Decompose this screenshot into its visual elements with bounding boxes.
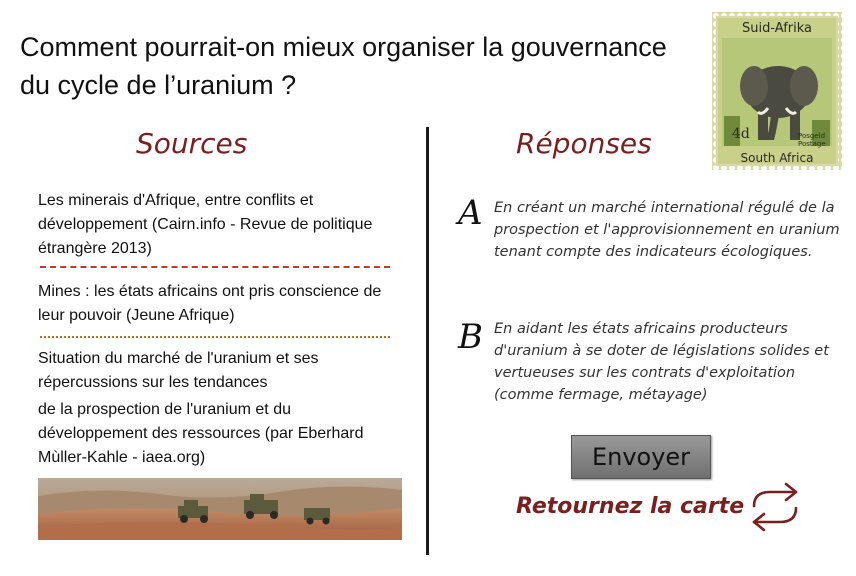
mine-site-photo [38, 478, 402, 540]
answer-a-letter: A [458, 193, 483, 233]
stamp-country-bottom: South Africa [741, 151, 814, 165]
stamp-country-top: Suid-Afrika [742, 21, 812, 36]
stamp-postage-2: Postage [798, 140, 826, 148]
responses-heading: Réponses [516, 127, 652, 160]
stamp-value: 4d [732, 126, 750, 142]
stamp-postage-1: Posgeld [798, 132, 825, 140]
source-item-1[interactable]: Les minerais d'Afrique, entre conflits e… [38, 189, 398, 261]
flip-card-label: Retournez la carte [516, 494, 745, 519]
source-item-2[interactable]: Mines : les états africains ont pris con… [38, 280, 398, 328]
answer-b-option[interactable]: En aidant les états africains producteur… [494, 318, 840, 406]
sources-heading: Sources [136, 127, 248, 160]
answer-b-letter: B [458, 317, 483, 357]
page-title: Comment pourrait-on mieux organiser la g… [20, 32, 667, 100]
source-separator-dashed [40, 266, 390, 268]
flip-card-button[interactable]: Retournez la carte [516, 482, 806, 532]
elephant-stamp-icon: Suid-Afrika South Africa 4d Posgeld Post… [712, 12, 842, 170]
answer-a-option[interactable]: En créant un marché international régulé… [494, 197, 840, 263]
source-separator-dotted [40, 336, 390, 338]
flip-card-icon [752, 482, 798, 532]
column-divider [426, 127, 429, 555]
source-item-3[interactable]: Situation du marché de l'uranium et ses … [38, 347, 398, 395]
source-item-3-continued[interactable]: de la prospection de l'uranium et du dév… [38, 398, 398, 470]
send-button[interactable]: Envoyer [571, 435, 711, 479]
